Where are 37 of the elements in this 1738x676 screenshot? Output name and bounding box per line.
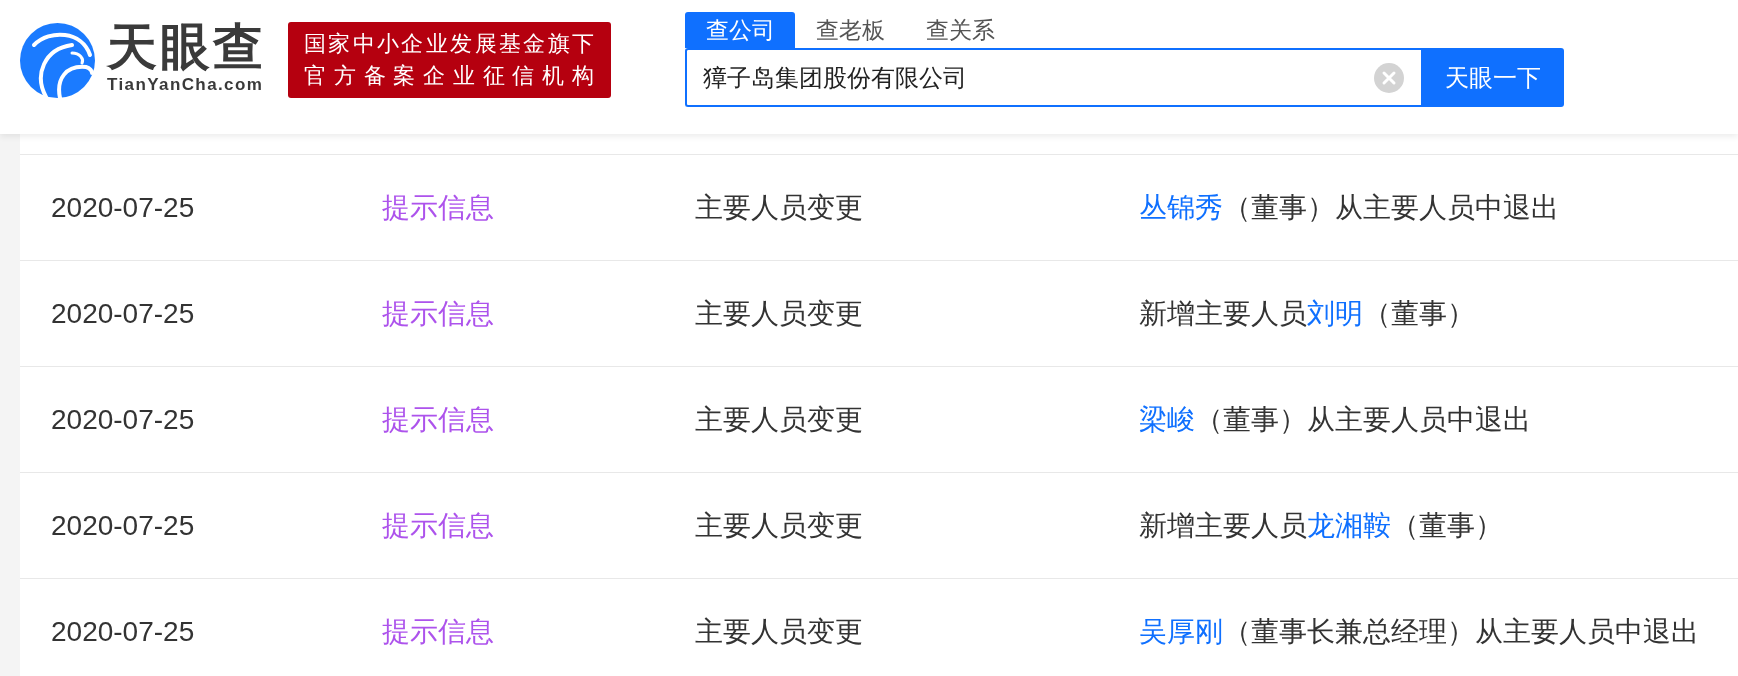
change-type-cell-text: 主要人员变更 [695, 296, 863, 331]
search-button[interactable]: 天眼一下 [1421, 48, 1564, 107]
clear-icon[interactable] [1374, 62, 1404, 93]
person-link[interactable]: 梁峻 [1139, 403, 1195, 435]
person-link[interactable]: 龙湘鞍 [1307, 509, 1391, 541]
date-cell-text: 2020-07-25 [51, 508, 195, 543]
search-tab[interactable]: 查关系 [905, 12, 1015, 48]
category-label: 提示信息 [382, 614, 494, 649]
change-description: 梁峻（董事）从主要人员中退出 [1139, 402, 1531, 437]
date-cell-text: 2020-07-25 [51, 190, 195, 225]
change-description: 丛锦秀（董事）从主要人员中退出 [1139, 190, 1559, 225]
person-link[interactable]: 吴厚刚 [1139, 615, 1223, 647]
category-label: 提示信息 [382, 402, 494, 437]
logo-domain: TianYanCha.com [107, 75, 264, 95]
swirl-logo-icon [20, 23, 95, 98]
change-type-cell-text: 主要人员变更 [695, 402, 863, 437]
change-type-cell-text: 主要人员变更 [695, 614, 863, 649]
search-tab[interactable]: 查老板 [795, 12, 905, 48]
category-label: 提示信息 [382, 296, 494, 331]
change-type-cell-text: 主要人员变更 [695, 508, 863, 543]
change-description: 吴厚刚（董事长兼总经理）从主要人员中退出 [1139, 614, 1699, 649]
logo-name: 天眼查 [107, 21, 266, 73]
badge-text: 官方备案企业征信机构 [304, 62, 595, 90]
search-input[interactable]: 獐子岛集团股份有限公司 [703, 62, 1366, 93]
search-tab[interactable]: 查公司 [685, 12, 795, 48]
change-description: 新增主要人员刘明（董事） [1139, 296, 1475, 331]
person-link[interactable]: 丛锦秀 [1139, 191, 1223, 223]
change-description: 新增主要人员龙湘鞍（董事） [1139, 508, 1503, 543]
date-cell-text: 2020-07-25 [51, 296, 195, 331]
date-cell-text: 2020-07-25 [51, 402, 195, 437]
badge-text: 国家中小企业发展基金旗下 [304, 30, 595, 58]
category-label: 提示信息 [382, 508, 494, 543]
date-cell-text: 2020-07-25 [51, 614, 195, 649]
person-link[interactable]: 刘明 [1307, 297, 1363, 329]
change-type-cell-text: 主要人员变更 [695, 190, 863, 225]
search-field[interactable]: 獐子岛集团股份有限公司 [685, 48, 1421, 107]
category-label: 提示信息 [382, 190, 494, 225]
